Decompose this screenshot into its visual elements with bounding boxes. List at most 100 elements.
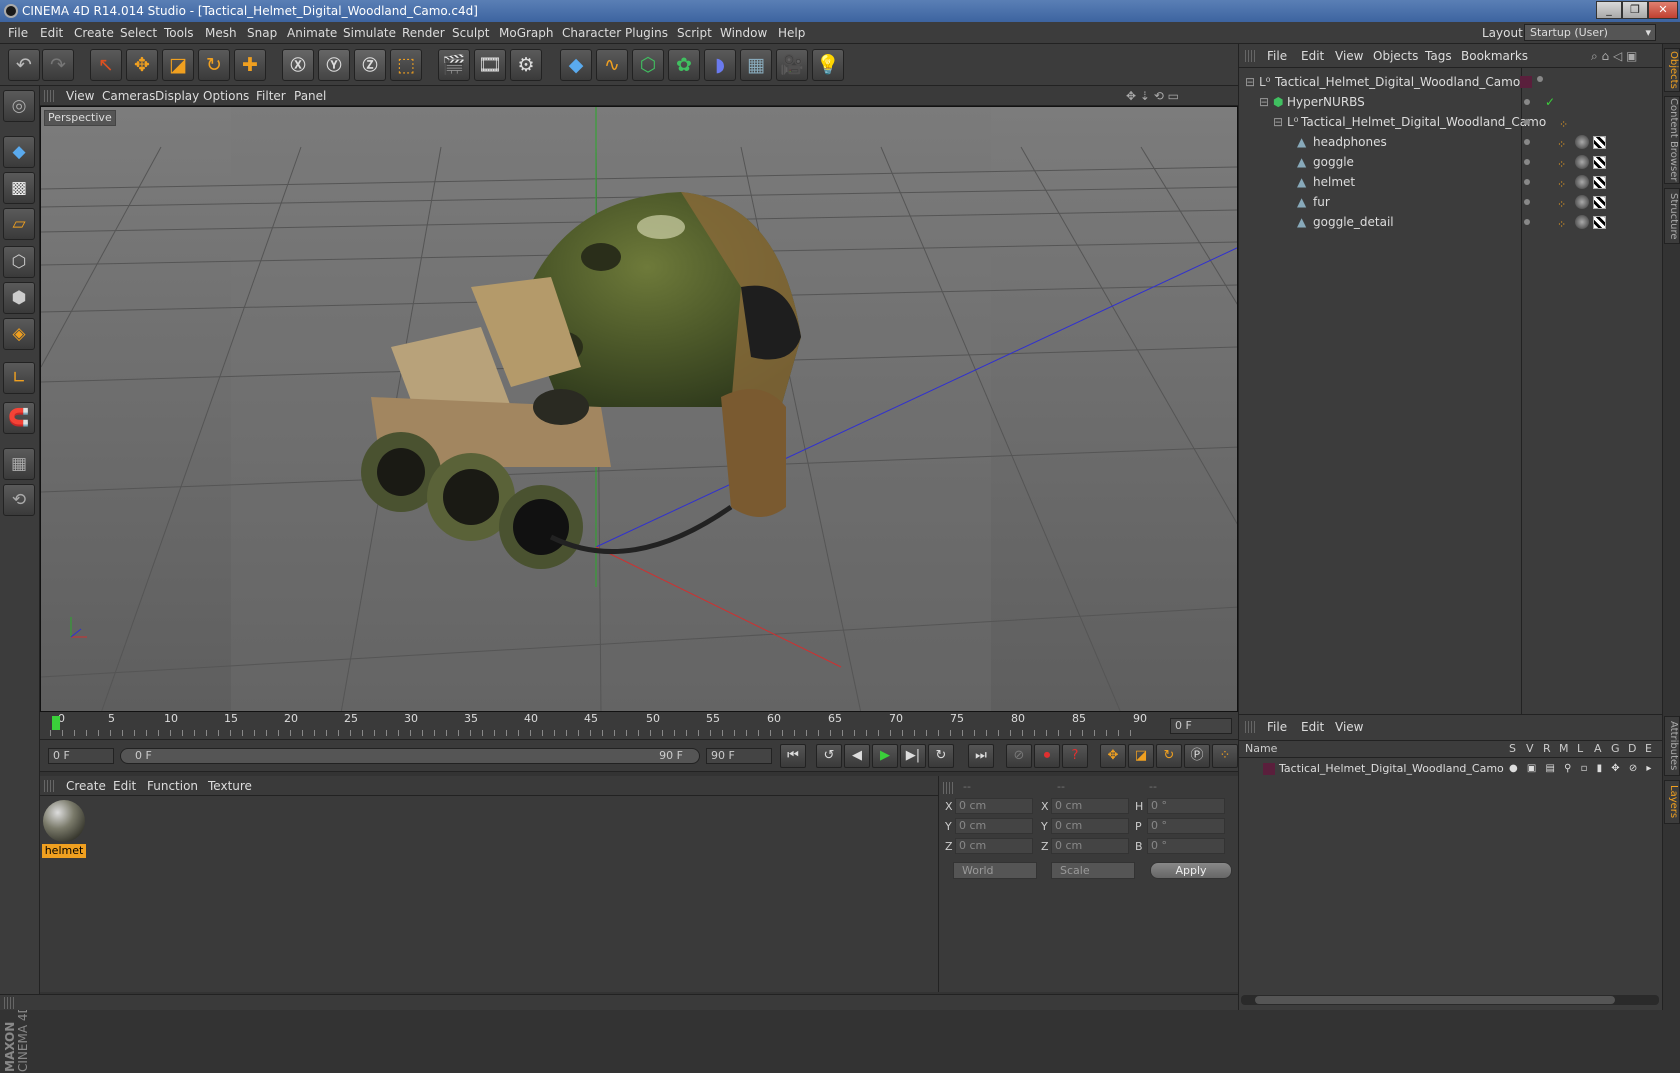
uvw-tag-icon[interactable] [1593,196,1606,209]
material-menu-texture[interactable]: Texture [208,776,252,796]
object-row[interactable]: ▲ headphones ⁘ [1239,132,1663,152]
object-row[interactable]: ▲ helmet ⁘ [1239,172,1663,192]
collapse-icon[interactable]: ⊟ [1245,72,1255,92]
array-button[interactable]: ✿ [668,49,700,81]
material-menu-create[interactable]: Create [66,776,106,796]
go-to-end-button[interactable]: ⏭ [968,744,994,768]
key-position-button[interactable]: ✥ [1100,744,1126,768]
menu-file[interactable]: File [8,22,28,44]
layers-menu-view[interactable]: View [1335,715,1363,739]
key-pla-button[interactable]: ⁘ [1212,744,1238,768]
record-keys-button[interactable]: ⊘ [1006,744,1032,768]
menu-script[interactable]: Script [677,22,712,44]
menu-edit[interactable]: Edit [40,22,63,44]
menu-help[interactable]: Help [778,22,805,44]
render-view-button[interactable]: 🎬 [438,49,470,81]
menu-select[interactable]: Select [120,22,157,44]
viewport-menu-display[interactable]: Display [155,86,199,106]
viewport-menu-options[interactable]: Options [203,86,249,106]
layer-flag-icons[interactable]: ● ▣ ▤ ⚲ ▫ ▮ ✥ ⊘ ▸ [1509,759,1654,779]
frame-range-slider[interactable]: 0 F 90 F [120,748,700,764]
camera-button[interactable]: 🎥 [776,49,808,81]
recent-tool-button[interactable]: ✚ [234,49,266,81]
size-z-field[interactable]: 0 cm [1051,838,1129,854]
scale-tool-button[interactable]: ◪ [162,49,194,81]
visibility-dot[interactable] [1524,159,1530,165]
objects-menu-edit[interactable]: Edit [1301,44,1324,68]
render-picture-viewer-button[interactable]: 🎞 [474,49,506,81]
material-menu-edit[interactable]: Edit [113,776,136,796]
cube-primitive-button[interactable]: ◆ [560,49,592,81]
z-axis-lock-button[interactable]: Ⓩ [354,49,386,81]
deformer-button[interactable]: ◗ [704,49,736,81]
visibility-dot[interactable] [1524,99,1530,105]
viewport-menu-view[interactable]: View [66,86,94,106]
layers-menu-edit[interactable]: Edit [1301,715,1324,739]
workplane-lock-button[interactable]: ▦ [3,448,35,480]
tab-layers[interactable]: Layers [1664,780,1680,824]
keyframe-selection-button[interactable]: ? [1062,744,1088,768]
visibility-dot[interactable] [1524,219,1530,225]
pos-x-field[interactable]: 0 cm [955,798,1033,814]
current-frame-field[interactable]: 0 F [1170,718,1232,734]
key-parameter-button[interactable]: Ⓟ [1184,744,1210,768]
menu-plugins[interactable]: Plugins [625,22,668,44]
planar-workplane-button[interactable]: ⟲ [3,484,35,516]
points-mode-button[interactable]: ⬡ [3,246,35,278]
layer-row[interactable]: Tactical_Helmet_Digital_Woodland_Camo ● … [1239,759,1663,779]
next-frame-button[interactable]: ▶| [900,744,926,768]
light-button[interactable]: 💡 [812,49,844,81]
make-editable-button[interactable]: ◎ [3,90,35,122]
material-swatch[interactable]: helmet [42,800,86,858]
menu-mograph[interactable]: MoGraph [499,22,554,44]
material-tag-icon[interactable] [1575,135,1589,149]
viewport-menu-panel[interactable]: Panel [294,86,326,106]
pos-z-field[interactable]: 0 cm [955,838,1033,854]
menu-simulate[interactable]: Simulate [343,22,396,44]
uvw-tag-icon[interactable] [1593,216,1606,229]
polygons-mode-button[interactable]: ◈ [3,318,35,350]
y-axis-lock-button[interactable]: Ⓨ [318,49,350,81]
visibility-dot[interactable] [1524,199,1530,205]
spline-button[interactable]: ∿ [596,49,628,81]
uvw-tag-icon[interactable] [1593,176,1606,189]
material-tag-icon[interactable] [1575,155,1589,169]
panel-grip[interactable] [1245,721,1257,733]
layer-color-swatch[interactable] [1263,763,1275,775]
end-frame-field[interactable]: 90 F [706,748,772,764]
key-scale-button[interactable]: ◪ [1128,744,1154,768]
layer-color-tag[interactable] [1520,76,1532,88]
play-button[interactable]: ▶ [872,744,898,768]
redo-button[interactable]: ↷ [42,49,74,81]
visibility-dot[interactable] [1524,119,1530,125]
previous-frame-button[interactable]: ◀ [844,744,870,768]
menu-animate[interactable]: Animate [287,22,337,44]
viewport-menu-filter[interactable]: Filter [256,86,286,106]
objects-menu-file[interactable]: File [1267,44,1287,68]
visibility-dot[interactable] [1524,139,1530,145]
objects-menu-tags[interactable]: Tags [1425,44,1452,68]
tab-content-browser[interactable]: Content Browser [1664,96,1680,184]
perspective-viewport[interactable]: Perspective [40,106,1238,712]
tab-structure[interactable]: Structure [1664,188,1680,244]
size-mode-select[interactable]: Scale [1051,862,1135,879]
rotate-tool-button[interactable]: ↻ [198,49,230,81]
collapse-icon[interactable]: ⊟ [1259,92,1269,112]
playhead-marker[interactable] [52,716,60,730]
viewport-nav-icons[interactable]: ✥ ⇣ ⟲ ▭ [1126,86,1179,106]
axis-mode-button[interactable]: ∟ [3,362,35,394]
visibility-dot[interactable] [1524,179,1530,185]
menu-window[interactable]: Window [720,22,767,44]
render-settings-button[interactable]: ⚙ [510,49,542,81]
snapping-button[interactable]: 🧲 [3,402,35,434]
menu-render[interactable]: Render [402,22,445,44]
model-mode-button[interactable]: ◆ [3,136,35,168]
phong-tag-icon[interactable]: ⁘ [1557,215,1566,235]
edges-mode-button[interactable]: ⬢ [3,282,35,314]
material-tag-icon[interactable] [1575,175,1589,189]
material-tag-icon[interactable] [1575,215,1589,229]
live-selection-button[interactable]: ↖ [90,49,122,81]
start-frame-field[interactable]: 0 F [48,748,114,764]
coordinate-space-select[interactable]: World [953,862,1037,879]
layout-select[interactable]: Startup (User) ▾ [1524,24,1656,41]
